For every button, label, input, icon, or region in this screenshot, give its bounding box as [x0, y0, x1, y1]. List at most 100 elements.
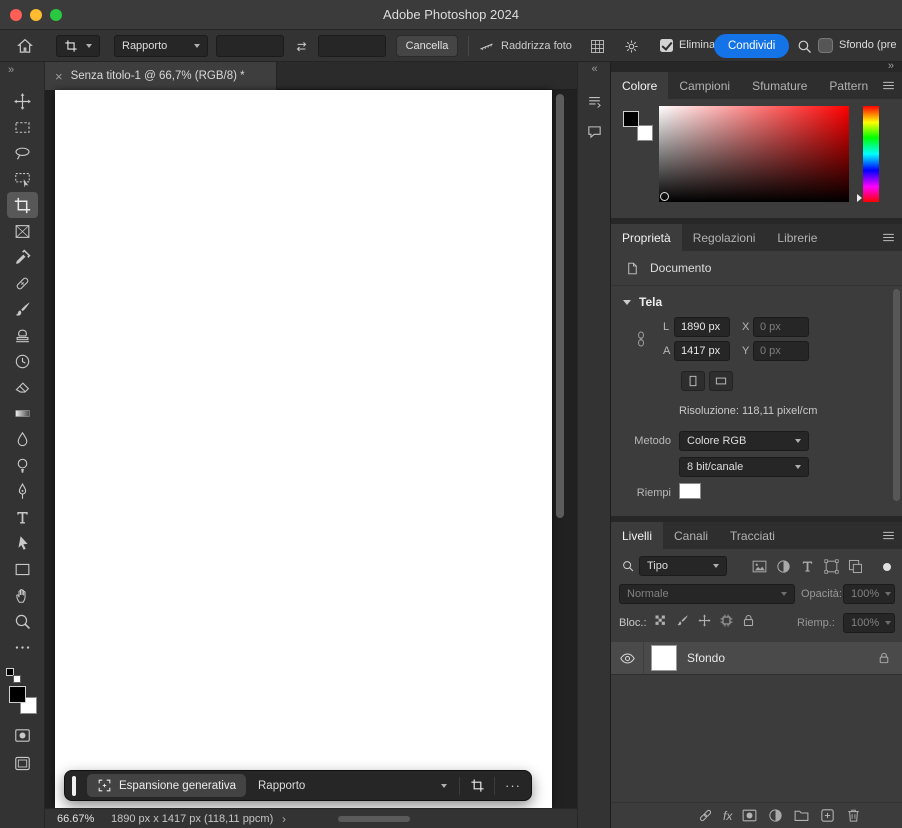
brush-tool[interactable] — [7, 296, 38, 322]
filter-shape-layers-icon[interactable] — [823, 558, 840, 575]
path-selection-tool[interactable] — [7, 530, 38, 556]
gradient-tool[interactable] — [7, 400, 38, 426]
taskbar-ratio-select[interactable]: Rapporto — [246, 780, 459, 792]
filter-type-layers-icon[interactable] — [799, 558, 816, 575]
dodge-tool[interactable] — [7, 452, 38, 478]
spot-healing-brush-tool[interactable] — [7, 270, 38, 296]
status-expand-icon[interactable]: › — [282, 812, 286, 826]
layer-thumbnail[interactable] — [651, 645, 677, 671]
document-tab[interactable]: × Senza titolo-1 @ 66,7% (RGB/8) * — [45, 62, 277, 90]
bit-depth-select[interactable]: 8 bit/canale — [679, 457, 809, 477]
canvas-width-input[interactable]: 1890 px — [674, 317, 730, 337]
collapse-dock-icon[interactable]: » — [888, 60, 894, 72]
tab-tracciati[interactable]: Tracciati — [719, 522, 786, 549]
crop-height-input[interactable] — [318, 35, 386, 57]
canvas-fill-swatch[interactable] — [679, 483, 701, 499]
generative-expand-button[interactable]: Espansione generativa — [87, 774, 246, 797]
filter-adjustment-layers-icon[interactable] — [775, 558, 792, 575]
clone-stamp-tool[interactable] — [7, 322, 38, 348]
close-window-button[interactable] — [10, 9, 22, 21]
tab-propriet-[interactable]: Proprietà — [611, 224, 682, 251]
opacity-select[interactable]: 100% — [843, 584, 895, 604]
tab-librerie[interactable]: Librerie — [766, 224, 828, 251]
tab-canali[interactable]: Canali — [663, 522, 719, 549]
vertical-scrollbar[interactable] — [556, 92, 565, 806]
add-layer-mask-button[interactable] — [741, 807, 758, 824]
foreground-color-swatch[interactable] — [9, 686, 26, 703]
lasso-tool[interactable] — [7, 140, 38, 166]
share-button[interactable]: Condividi — [714, 34, 790, 58]
crop-tool-preset-button[interactable] — [56, 35, 100, 57]
hand-tool[interactable] — [7, 582, 38, 608]
canvas-x-input[interactable]: 0 px — [753, 317, 809, 337]
blend-mode-select[interactable]: Normale — [619, 584, 795, 604]
document-properties-row[interactable]: Documento — [611, 255, 902, 281]
crop-settings-button[interactable] — [620, 35, 642, 57]
ratio-preset-select[interactable]: Rapporto — [114, 35, 208, 57]
panel-menu-button[interactable] — [881, 230, 896, 245]
lock-artboard-icon[interactable] — [719, 613, 734, 628]
contextual-task-bar[interactable]: Espansione generativa Rapporto ··· — [64, 770, 532, 801]
panel-scrollbar-thumb[interactable] — [893, 289, 900, 501]
new-group-button[interactable] — [793, 807, 810, 824]
lock-pixels-icon[interactable] — [675, 613, 690, 628]
more-options-button[interactable]: ··· — [495, 778, 531, 793]
drag-handle[interactable] — [72, 775, 76, 796]
link-dimensions-button[interactable] — [633, 323, 649, 355]
filter-pixel-layers-icon[interactable] — [751, 558, 768, 575]
minimize-window-button[interactable] — [30, 9, 42, 21]
layer-filter-type-select[interactable]: Tipo — [639, 556, 727, 576]
canvas-height-input[interactable]: 1417 px — [674, 341, 730, 361]
color-field-marker[interactable] — [660, 192, 669, 201]
color-mode-select[interactable]: Colore RGB — [679, 431, 809, 451]
frame-tool[interactable] — [7, 218, 38, 244]
overlay-options-button[interactable] — [586, 35, 608, 57]
rectangle-tool[interactable] — [7, 556, 38, 582]
type-tool[interactable] — [7, 504, 38, 530]
blur-tool[interactable] — [7, 426, 38, 452]
lock-all-icon[interactable] — [741, 613, 756, 628]
search-button[interactable] — [793, 35, 815, 57]
delete-layer-button[interactable] — [845, 807, 862, 824]
default-colors-icon[interactable] — [6, 668, 21, 683]
link-layers-button[interactable] — [697, 807, 714, 824]
hue-slider[interactable] — [857, 106, 879, 202]
layer-filter-toggle[interactable] — [883, 563, 891, 571]
screen-mode-button[interactable] — [7, 750, 38, 776]
tab-sfumature[interactable]: Sfumature — [741, 72, 818, 99]
preset-search-value[interactable]: Sfondo (pre — [839, 39, 901, 51]
tab-campioni[interactable]: Campioni — [668, 72, 741, 99]
tab-regolazioni[interactable]: Regolazioni — [682, 224, 767, 251]
layer-visibility-toggle[interactable] — [611, 642, 644, 674]
swap-dimensions-button[interactable] — [290, 35, 312, 57]
canvas-area[interactable] — [45, 90, 577, 808]
history-brush-tool[interactable] — [7, 348, 38, 374]
zoom-level[interactable]: 66.67% — [57, 813, 94, 825]
tab-pattern[interactable]: Pattern — [818, 72, 879, 99]
lock-transparency-icon[interactable] — [653, 613, 668, 628]
fill-opacity-select[interactable]: 100% — [843, 613, 895, 633]
lock-position-icon[interactable] — [697, 613, 712, 628]
layer-name[interactable]: Sfondo — [687, 651, 877, 665]
delete-cropped-pixels-checkbox[interactable] — [660, 39, 673, 52]
foreground-background-colors[interactable] — [9, 686, 37, 714]
home-button[interactable] — [14, 35, 36, 57]
new-adjustment-layer-button[interactable] — [767, 807, 784, 824]
taskbar-crop-button[interactable] — [460, 778, 494, 793]
eraser-tool[interactable] — [7, 374, 38, 400]
tab-livelli[interactable]: Livelli — [611, 522, 664, 549]
document-canvas[interactable] — [55, 90, 552, 808]
panel-menu-button[interactable] — [881, 78, 896, 93]
edit-toolbar[interactable] — [7, 634, 38, 660]
zoom-tool[interactable] — [7, 608, 38, 634]
straighten-button[interactable]: Raddrizza foto — [478, 35, 572, 57]
canvas-section-header[interactable]: Tela — [623, 295, 662, 309]
horizontal-scrollbar-thumb[interactable] — [338, 816, 410, 822]
comments-panel-button[interactable] — [583, 120, 606, 143]
panel-menu-button[interactable] — [881, 528, 896, 543]
fullscreen-window-button[interactable] — [50, 9, 62, 21]
hue-slider-marker[interactable] — [857, 194, 862, 202]
crop-width-input[interactable] — [216, 35, 284, 57]
layer-effects-button[interactable]: fx — [723, 809, 732, 823]
clear-button[interactable]: Cancella — [396, 35, 458, 57]
